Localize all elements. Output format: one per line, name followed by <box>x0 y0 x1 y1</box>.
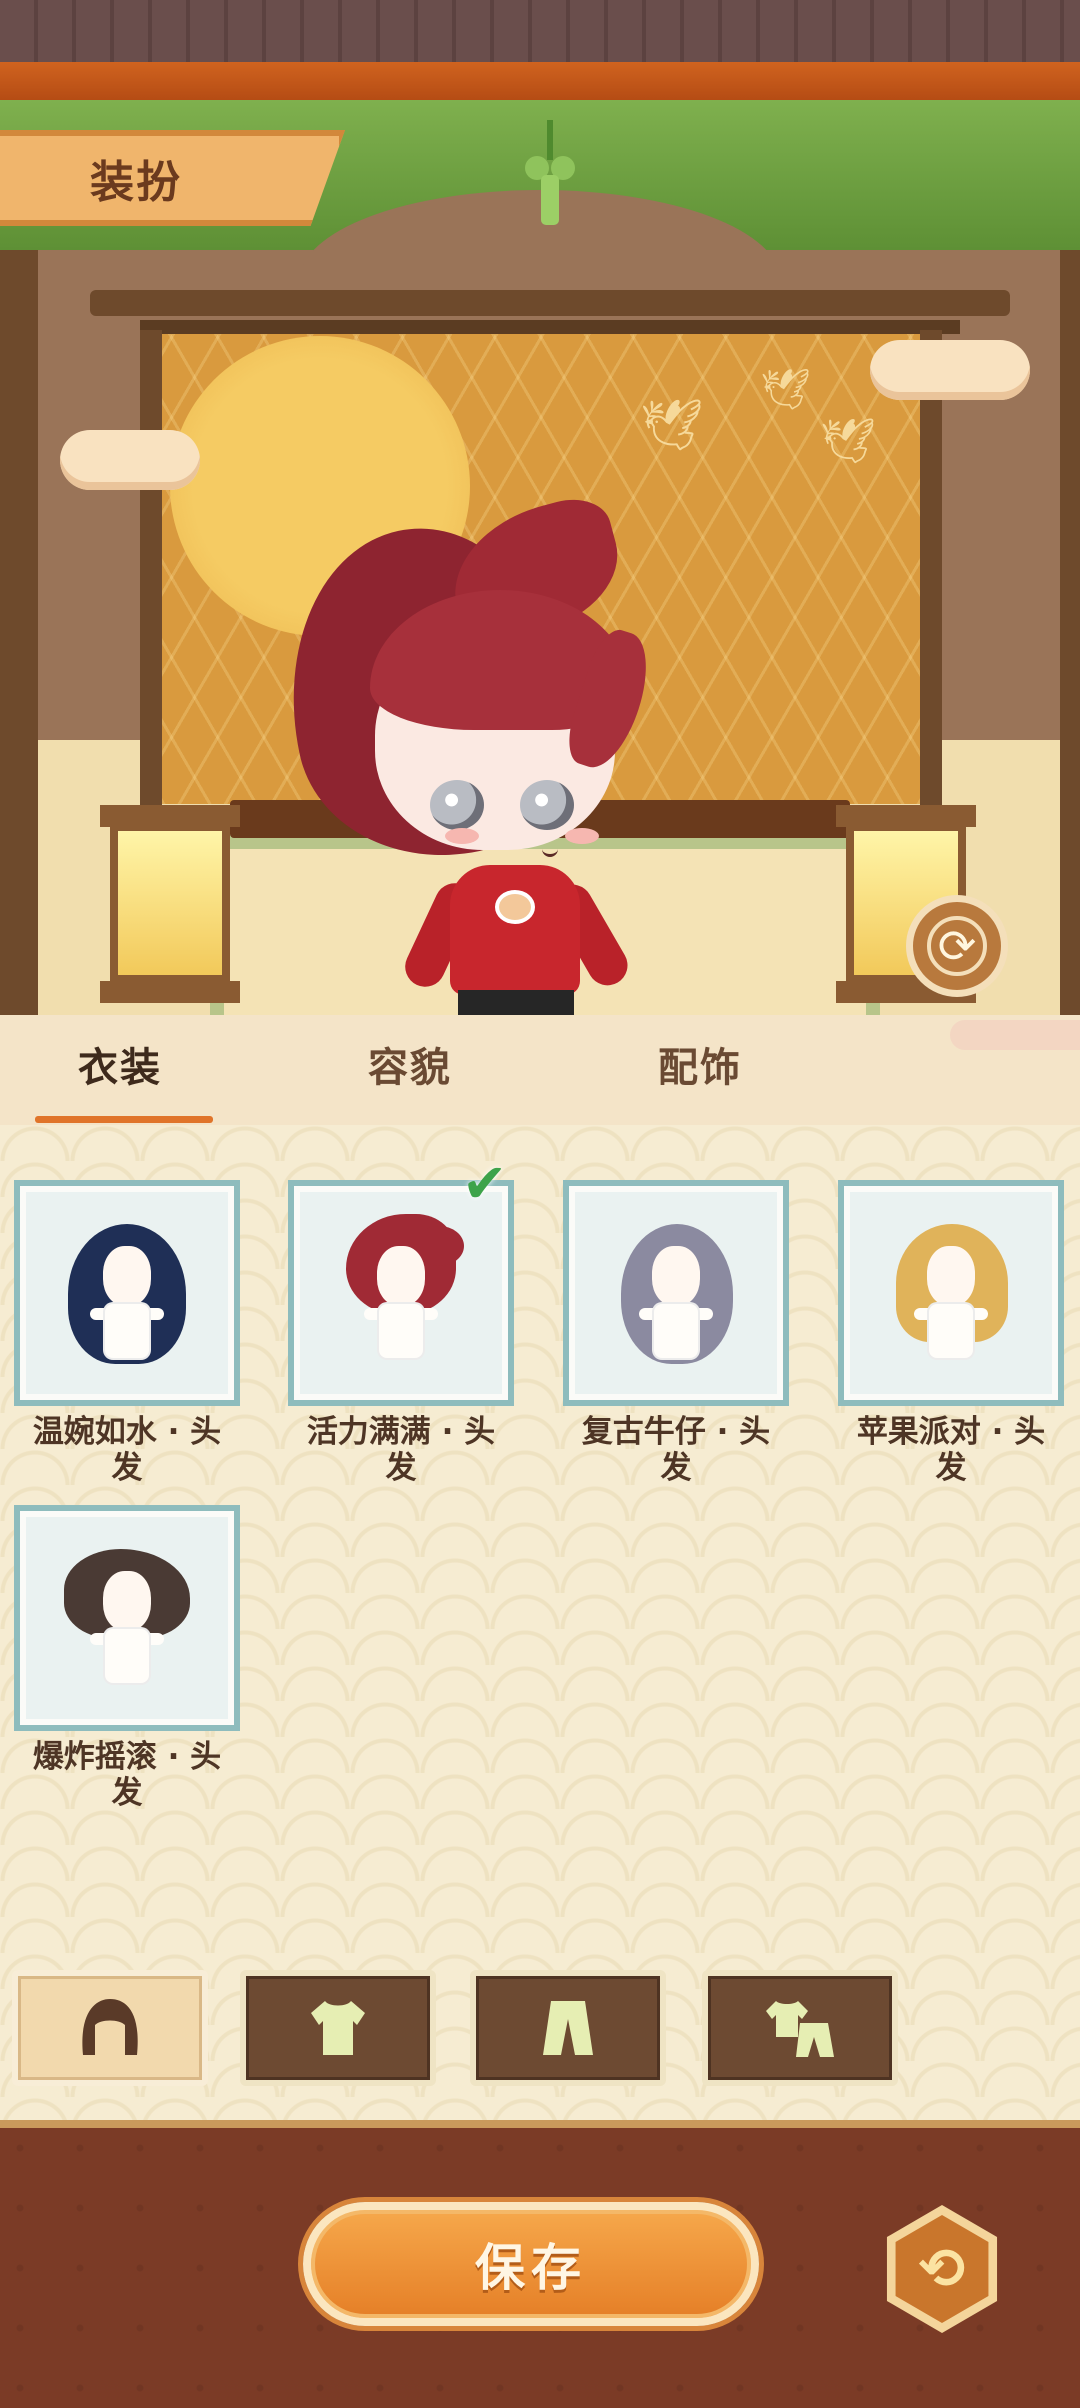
rotate-avatar-button[interactable]: ⟳ <box>906 895 1008 997</box>
refresh-icon: ⟲ <box>918 2236 966 2302</box>
item-card[interactable]: 苹果派对 · 头发 <box>838 1180 1064 1486</box>
item-card[interactable]: ✔ 活力满满 · 头发 <box>288 1157 514 1486</box>
hair-preview-icon <box>20 1186 234 1400</box>
shelf-post-left <box>140 330 162 810</box>
tassel-knot-icon <box>525 120 575 225</box>
lantern-left <box>100 805 240 1005</box>
shelf-post-right <box>920 330 942 810</box>
bird-decoration: 🕊 <box>820 416 876 467</box>
rotate-icon: ⟳ <box>937 919 977 973</box>
wall-left <box>0 250 38 1015</box>
hair-preview-icon <box>569 1186 783 1400</box>
bird-decoration: 🕊 <box>760 367 811 413</box>
outfit-set-icon <box>766 2001 834 2057</box>
player-avatar[interactable] <box>258 490 700 1015</box>
tab-decoration <box>950 1020 1080 1050</box>
tab-appearance[interactable]: 容貌 <box>368 1035 452 1093</box>
active-tab-indicator <box>35 1116 213 1123</box>
hair-preview-icon <box>294 1186 508 1400</box>
category-top-button[interactable] <box>240 1970 436 2086</box>
hair-icon <box>82 1999 138 2055</box>
save-button[interactable]: 保存 <box>303 2202 759 2326</box>
item-label: 温婉如水 · 头发 <box>32 1414 222 1486</box>
cloud-decoration <box>60 430 200 490</box>
tab-bar: 衣装 容貌 配饰 <box>0 1015 1080 1129</box>
wall-right <box>1060 250 1080 1015</box>
item-card[interactable]: 复古牛仔 · 头发 <box>563 1180 789 1486</box>
item-label: 爆炸摇滚 · 头发 <box>32 1739 222 1811</box>
hair-preview-icon <box>20 1511 234 1725</box>
shelf-beam <box>140 320 960 334</box>
shirt-icon <box>311 2001 365 2055</box>
item-card[interactable]: 温婉如水 · 头发 <box>14 1180 240 1486</box>
save-button-label: 保存 <box>475 2239 587 2297</box>
page-title: 装扮 <box>90 157 182 208</box>
top-rail <box>0 62 1080 104</box>
item-label: 复古牛仔 · 头发 <box>581 1414 771 1486</box>
category-set-button[interactable] <box>702 1970 898 2086</box>
category-hair-button[interactable] <box>12 1970 208 2086</box>
selected-check-icon: ✔ <box>462 1152 508 1215</box>
tab-accessories[interactable]: 配饰 <box>658 1035 742 1093</box>
page-title-banner: 装扮 <box>0 130 345 226</box>
apple-emblem-icon <box>495 890 535 924</box>
item-label: 苹果派对 · 头发 <box>856 1414 1046 1486</box>
pants-icon <box>543 2001 593 2055</box>
cloud-decoration <box>870 340 1030 400</box>
dressing-stage: 🕊 🕊 🕊 <box>0 100 1080 1015</box>
category-bottom-button[interactable] <box>470 1970 666 2086</box>
shelf-top-beam <box>90 290 1010 316</box>
bird-decoration: 🕊 <box>640 396 704 454</box>
item-card[interactable]: 爆炸摇滚 · 头发 <box>14 1505 240 1811</box>
top-frame <box>0 0 1080 62</box>
tab-clothing[interactable]: 衣装 <box>78 1035 162 1093</box>
item-label: 活力满满 · 头发 <box>306 1414 496 1486</box>
hair-preview-icon <box>844 1186 1058 1400</box>
